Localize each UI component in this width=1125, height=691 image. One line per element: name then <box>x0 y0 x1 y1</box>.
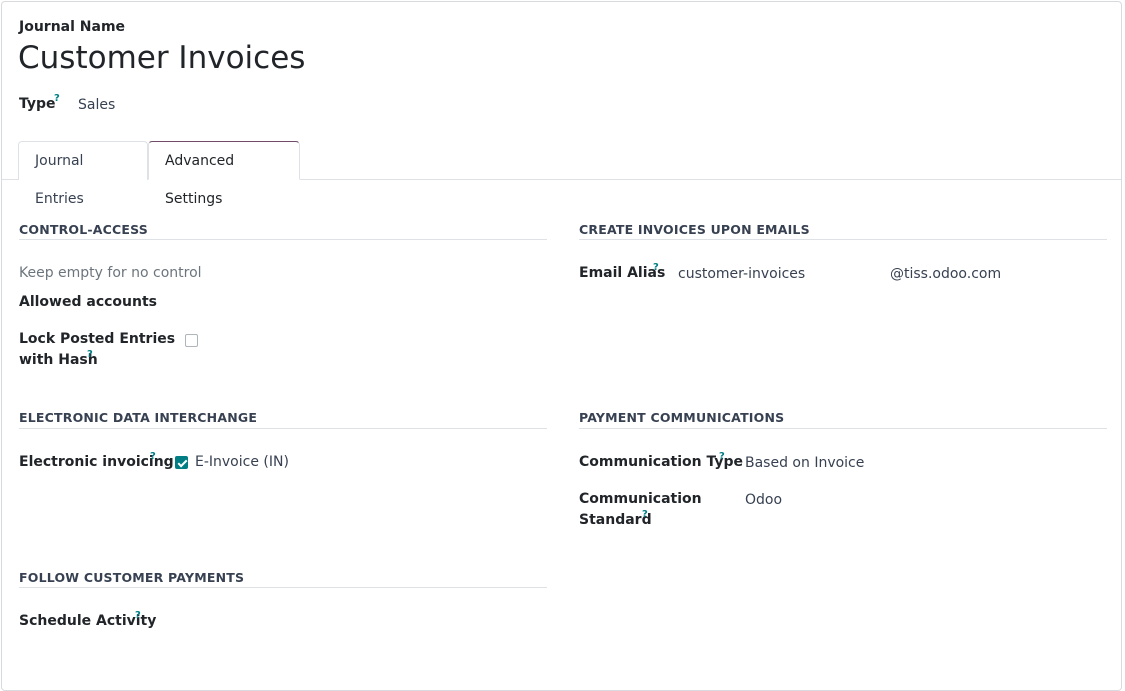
schedule-activity-help-icon[interactable]: ? <box>135 610 141 621</box>
allowed-accounts-input[interactable]: Keep empty for no control <box>19 265 202 281</box>
email-domain-text: @tiss.odoo.com <box>890 266 1002 282</box>
allowed-accounts-label: Allowed accounts <box>19 294 157 310</box>
create-invoices-title: CREATE INVOICES UPON EMAILS <box>579 222 810 237</box>
communication-standard-label-line1: Communication <box>579 491 702 507</box>
type-help-icon[interactable]: ? <box>54 93 60 104</box>
create-invoices-rule <box>579 239 1107 240</box>
edi-rule <box>19 428 547 429</box>
journal-name-field[interactable]: Customer Invoices <box>18 40 305 76</box>
communication-standard-select[interactable]: Odoo <box>745 492 782 508</box>
journal-name-label: Journal Name <box>19 19 126 35</box>
einvoice-checkbox[interactable] <box>175 456 188 469</box>
communication-standard-help-icon[interactable]: ? <box>642 509 648 520</box>
communication-standard-label-line2: Standard <box>579 512 652 528</box>
email-alias-help-icon[interactable]: ? <box>653 262 659 273</box>
einvoice-option-label[interactable]: E-Invoice (IN) <box>195 454 289 470</box>
communication-type-select[interactable]: Based on Invoice <box>745 455 864 471</box>
type-label: Type <box>19 96 56 112</box>
tab-journal-entries[interactable]: Journal Entries <box>18 141 148 207</box>
follow-payments-title: FOLLOW CUSTOMER PAYMENTS <box>19 570 245 585</box>
communication-type-help-icon[interactable]: ? <box>719 451 725 462</box>
payment-communications-rule <box>579 428 1107 429</box>
electronic-invoicing-help-icon[interactable]: ? <box>150 451 156 462</box>
type-field[interactable]: Sales <box>78 97 115 113</box>
control-access-rule <box>19 239 547 240</box>
lock-posted-help-icon[interactable]: ? <box>87 349 93 360</box>
follow-payments-rule <box>19 587 547 588</box>
payment-communications-title: PAYMENT COMMUNICATIONS <box>579 410 785 425</box>
edi-title: ELECTRONIC DATA INTERCHANGE <box>19 410 258 425</box>
lock-posted-checkbox[interactable] <box>185 334 198 347</box>
form-sheet: Journal Name Customer Invoices Type ? Sa… <box>1 1 1122 691</box>
lock-posted-label-line2: with Hash <box>19 352 98 368</box>
lock-posted-label-line1: Lock Posted Entries <box>19 331 176 347</box>
tab-advanced-settings[interactable]: Advanced Settings <box>148 141 300 207</box>
email-alias-input[interactable]: customer-invoices <box>678 266 805 282</box>
control-access-title: CONTROL-ACCESS <box>19 222 148 237</box>
